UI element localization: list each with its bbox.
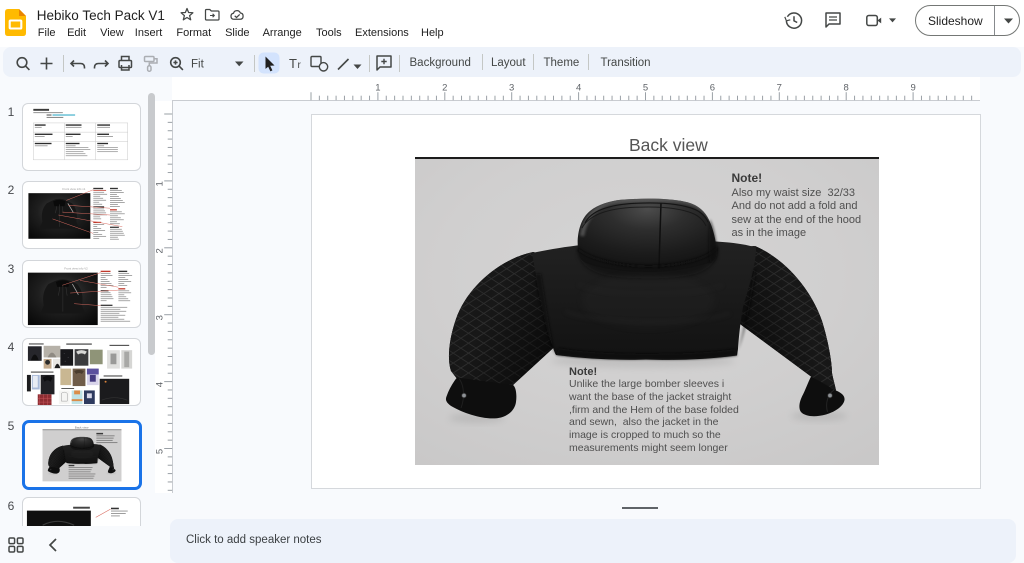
svg-text:4: 4 (155, 382, 166, 387)
svg-text:3: 3 (155, 315, 166, 320)
svg-text:4: 4 (576, 83, 581, 94)
svg-text:T: T (289, 56, 297, 71)
svg-text:Front view info v1: Front view info v1 (62, 187, 85, 191)
svg-text:1: 1 (375, 83, 380, 94)
svg-text:2: 2 (155, 248, 166, 253)
svg-text:7: 7 (777, 83, 782, 94)
svg-text:9: 9 (910, 83, 915, 94)
svg-text:r: r (298, 60, 302, 71)
svg-text:6: 6 (710, 83, 715, 94)
svg-text:1: 1 (155, 181, 166, 186)
svg-text:5: 5 (155, 449, 166, 454)
svg-text:8: 8 (844, 83, 849, 94)
svg-text:Fit: Fit (191, 59, 205, 71)
svg-text:5: 5 (643, 83, 648, 94)
svg-text:Back view: Back view (74, 425, 89, 429)
svg-text:Front view info V2: Front view info V2 (64, 266, 88, 270)
svg-text:3: 3 (509, 83, 514, 94)
svg-text:2: 2 (442, 83, 447, 94)
